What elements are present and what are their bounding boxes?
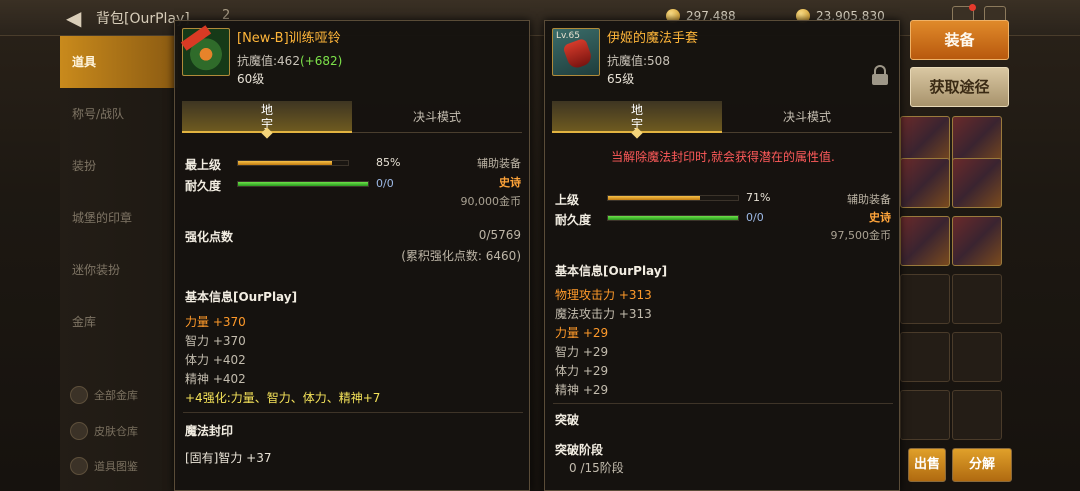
sidebar-item-vault[interactable]: 金库 — [60, 296, 178, 348]
new-ribbon-icon — [180, 25, 212, 51]
attr-line: 智力 +29 — [555, 345, 609, 359]
magic-seal-attr: [固有]智力 +37 — [185, 451, 272, 465]
durability-bar — [237, 181, 369, 187]
attr-line: 力量 +370 — [185, 315, 246, 329]
sidebar-item-castle-seal[interactable]: 城堡的印章 — [60, 192, 178, 244]
enhance-total: (累积强化点数: 6460) — [401, 249, 521, 263]
grade-label: 最上级 — [185, 158, 222, 172]
grade-bar — [607, 195, 739, 201]
attr-line: 精神 +29 — [555, 383, 609, 397]
skin-icon — [70, 422, 88, 440]
item-type: 辅助装备 — [477, 157, 521, 170]
grade-value: 71% — [746, 191, 771, 204]
tab-duel-mode[interactable]: 决斗模式 — [722, 101, 892, 133]
durability-label: 耐久度 — [555, 213, 592, 227]
get-source-button[interactable]: 获取途径 — [910, 67, 1009, 107]
attr-line: 体力 +29 — [555, 364, 609, 378]
seal-warning: 当解除魔法封印时,就会获得潜在的属性值. — [611, 150, 835, 164]
attr-line: 力量 +29 — [555, 326, 609, 340]
all-vault-link[interactable]: 全部金库 — [70, 386, 138, 404]
inventory-slot[interactable] — [900, 390, 950, 440]
inventory-slot[interactable] — [952, 332, 1002, 382]
inventory-slot[interactable] — [952, 390, 1002, 440]
item-level: 65级 — [607, 72, 635, 86]
glove-item-icon: Lv.65 — [552, 28, 600, 76]
attr-line: 智力 +370 — [185, 334, 246, 348]
tab-dungeon[interactable]: 地 宇 — [182, 101, 352, 139]
inventory-slot[interactable] — [952, 158, 1002, 208]
inventory-slot[interactable] — [952, 216, 1002, 266]
item-type: 辅助装备 — [847, 193, 891, 206]
inventory-slot[interactable] — [900, 216, 950, 266]
breakthrough-title: 突破 — [555, 413, 580, 427]
item-tooltip-left: [New-B]训练哑铃 抗魔值:462(+682) 60级 地 宇 决斗模式 最… — [174, 20, 530, 491]
tab-dungeon[interactable]: 地 宇 — [552, 101, 722, 139]
inventory-slot[interactable] — [900, 158, 950, 208]
item-name: [New-B]训练哑铃 — [237, 31, 341, 46]
glove-icon — [562, 37, 594, 71]
skin-storage-link[interactable]: 皮肤仓库 — [70, 422, 138, 440]
basic-info-title: 基本信息[OurPlay] — [555, 264, 668, 278]
tab-duel-mode[interactable]: 决斗模式 — [352, 101, 522, 133]
lock-icon[interactable] — [871, 65, 889, 85]
attr-line: 体力 +402 — [185, 353, 246, 367]
breakthrough-stage-value: 0 /15阶段 — [569, 461, 624, 475]
equip-button[interactable]: 装备 — [910, 20, 1009, 60]
grade-bar — [237, 160, 349, 166]
dumbbell-item-icon — [180, 25, 230, 76]
enhance-label: 强化点数 — [185, 230, 234, 244]
item-price: 97,500金币 — [830, 229, 892, 242]
codex-icon — [70, 457, 88, 475]
durability-value: 0/0 — [376, 177, 394, 190]
item-rarity: 史诗 — [869, 211, 891, 224]
breakthrough-stage-label: 突破阶段 — [555, 443, 604, 457]
durability-label: 耐久度 — [185, 179, 222, 193]
sidebar-item-mini-costume[interactable]: 迷你装扮 — [60, 244, 178, 296]
grade-bar-fill — [608, 196, 701, 200]
item-name: 伊姬的魔法手套 — [607, 31, 699, 46]
mode-tabs: 地 宇 决斗模式 — [552, 101, 892, 139]
magic-seal-title: 魔法封印 — [185, 424, 234, 438]
inventory-slot[interactable] — [900, 274, 950, 324]
decompose-button[interactable]: 分解 — [952, 448, 1012, 482]
vault-icon — [70, 386, 88, 404]
item-level: 60级 — [237, 72, 265, 86]
basic-info-title: 基本信息[OurPlay] — [185, 290, 298, 304]
item-price: 90,000金币 — [460, 195, 522, 208]
section-divider — [183, 412, 523, 413]
enhance-value: 0/5769 — [478, 228, 521, 242]
attr-line: 物理攻击力 +313 — [555, 288, 652, 302]
item-rarity: 史诗 — [499, 176, 521, 189]
durability-bar-fill — [238, 182, 368, 186]
attr-line: 精神 +402 — [185, 372, 246, 386]
section-divider — [553, 403, 893, 404]
item-tooltip-right: Lv.65 伊姬的魔法手套 抗魔值:508 65级 地 宇 决斗模式 当解除魔法… — [544, 20, 900, 491]
item-codex-link[interactable]: 道具图鉴 — [70, 457, 138, 475]
attr-line-enhance: +4强化:力量、智力、体力、精神+7 — [185, 391, 381, 405]
durability-bar-fill — [608, 216, 738, 220]
magic-resist: 抗魔值:508 — [607, 54, 670, 68]
back-arrow-icon[interactable]: ◀ — [66, 6, 90, 30]
sidebar-item-items[interactable]: 道具 — [60, 36, 178, 88]
inventory-slot[interactable] — [900, 332, 950, 382]
mode-tabs: 地 宇 决斗模式 — [182, 101, 522, 139]
sell-button[interactable]: 出售 — [908, 448, 946, 482]
durability-bar — [607, 215, 739, 221]
attr-line: 魔法攻击力 +313 — [555, 307, 652, 321]
grade-label: 上级 — [555, 193, 580, 207]
grade-value: 85% — [376, 156, 401, 169]
resist-bonus: (+682) — [299, 54, 343, 68]
sidebar-item-costume[interactable]: 装扮 — [60, 140, 178, 192]
sidebar-item-titles[interactable]: 称号/战队 — [60, 88, 178, 140]
grade-bar-fill — [238, 161, 332, 165]
inventory-slot[interactable] — [952, 274, 1002, 324]
durability-value: 0/0 — [746, 211, 764, 224]
magic-resist: 抗魔值:462(+682) — [237, 54, 343, 68]
